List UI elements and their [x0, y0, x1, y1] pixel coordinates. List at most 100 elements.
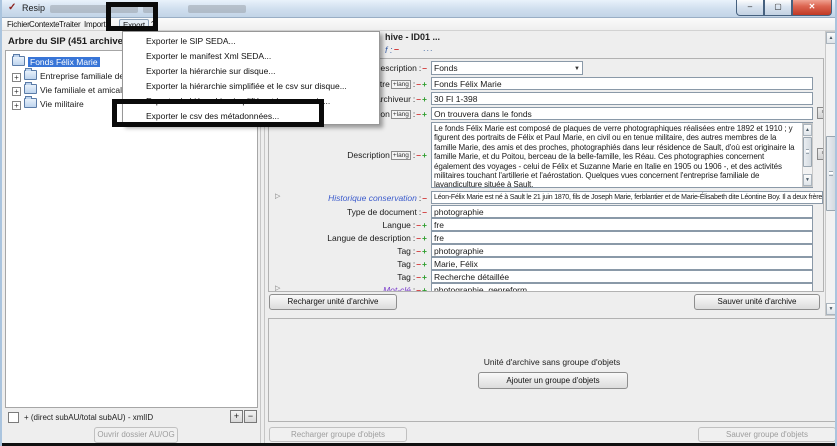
expand-plus-icon[interactable]: +	[12, 73, 21, 82]
window-controls: – ▢ ✕	[736, 0, 832, 16]
remove-field-icon[interactable]: –	[422, 207, 427, 217]
tree-item-label[interactable]: Vie militaire	[40, 99, 84, 109]
menu-traiter[interactable]: Traiter	[56, 19, 83, 30]
colon: :	[413, 259, 415, 269]
add-lang-button[interactable]: +lang	[391, 80, 411, 89]
expand-plus-icon[interactable]: +	[12, 87, 21, 96]
field-label: Tag	[397, 246, 411, 256]
maximize-button[interactable]: ▢	[764, 0, 792, 16]
xmlid-checkbox[interactable]	[8, 412, 19, 423]
add-field-icon[interactable]: +	[422, 272, 427, 282]
add-field-icon[interactable]: +	[422, 233, 427, 243]
remove-field-icon[interactable]: –	[416, 94, 421, 104]
au-panel-scrollbar[interactable]: ▲ ▼	[825, 31, 837, 316]
colon: :	[413, 94, 415, 104]
type-document-input[interactable]: photographie	[431, 205, 813, 218]
scroll-down-icon[interactable]: ▼	[803, 174, 812, 186]
add-field-icon[interactable]: +	[422, 259, 427, 269]
expand-plus-icon[interactable]: +	[12, 101, 21, 110]
au-profile-remove-icon[interactable]: –	[394, 44, 399, 54]
add-field-icon[interactable]: +	[422, 94, 427, 104]
menu-item-export-hierarchie[interactable]: Exporter la hiérarchie sur disque...	[124, 64, 378, 79]
add-lang-button[interactable]: +lang	[391, 151, 411, 160]
add-field-icon[interactable]: +	[422, 220, 427, 230]
langue-description-input[interactable]: fre	[431, 231, 813, 244]
colon: :	[413, 79, 415, 89]
au-panel-title-fragment: hive - ID01 ...	[385, 32, 440, 42]
remove-field-icon[interactable]: –	[416, 272, 421, 282]
colon: :	[413, 233, 415, 243]
description-long-textarea[interactable]: Le fonds Félix Marie est composé de plaq…	[431, 122, 813, 188]
tree-collapse-all-button[interactable]: −	[244, 410, 257, 423]
save-au-button[interactable]: Sauver unité d'archive	[694, 294, 820, 310]
minimize-button[interactable]: –	[736, 0, 764, 16]
edit-text-button[interactable]: ≡	[817, 148, 824, 160]
tag-input[interactable]: photographie	[431, 244, 813, 257]
add-field-icon[interactable]: +	[422, 79, 427, 89]
tag-input[interactable]: Marie, Félix	[431, 257, 813, 270]
langue-input[interactable]: fre	[431, 218, 813, 231]
menu-item-export-csv-disque[interactable]: Exporter la hiérarchie simplifiée et le …	[124, 79, 378, 94]
add-field-icon[interactable]: +	[422, 150, 427, 160]
selected-option: Fonds	[434, 63, 458, 73]
tree-item-label[interactable]: Vie familiale et amicale	[40, 85, 127, 95]
titre-input[interactable]: Fonds Félix Marie	[431, 77, 813, 90]
scroll-up-icon[interactable]: ▲	[826, 32, 836, 44]
colon: :	[419, 63, 421, 73]
colon: :	[413, 285, 415, 292]
menu-item-export-sip-seda[interactable]: Exporter le SIP SEDA...	[124, 34, 378, 49]
add-object-group-button[interactable]: Ajouter un groupe d'objets	[478, 372, 628, 389]
menu-import[interactable]: Import	[81, 19, 108, 30]
niveau-description-select[interactable]: Fonds ▼	[431, 61, 583, 75]
tree-item-vie-militaire[interactable]: + Vie militaire	[12, 97, 84, 111]
tree-item-fonds-felix-marie[interactable]: Fonds Félix Marie	[12, 55, 100, 69]
edit-text-button[interactable]: ≡	[817, 107, 824, 119]
remove-field-icon[interactable]: –	[416, 79, 421, 89]
remove-field-icon[interactable]: –	[416, 259, 421, 269]
add-field-icon[interactable]: +	[422, 246, 427, 256]
add-field-icon[interactable]: +	[422, 109, 427, 119]
add-lang-button[interactable]: +lang	[391, 110, 411, 119]
au-profile-browse-button[interactable]: ...	[423, 43, 434, 53]
colon: :	[413, 272, 415, 282]
field-label: Description	[347, 150, 390, 160]
remove-field-icon[interactable]: –	[416, 285, 421, 292]
scroll-down-icon[interactable]: ▼	[826, 303, 836, 315]
colon: :	[413, 150, 415, 160]
field-label: Tag	[397, 272, 411, 282]
colon: :	[419, 193, 421, 203]
scrollbar-thumb[interactable]	[803, 137, 812, 167]
remove-field-icon[interactable]: –	[416, 109, 421, 119]
tree-expand-all-button[interactable]: +	[230, 410, 243, 423]
remove-field-icon[interactable]: –	[416, 220, 421, 230]
mot-cle-input[interactable]: photographie, genreform	[431, 283, 813, 292]
sip-tree-header: Arbre du SIP (451 archiveU	[8, 36, 130, 47]
remove-field-icon[interactable]: –	[422, 63, 427, 73]
scroll-up-icon[interactable]: ▲	[803, 124, 812, 136]
tag-input[interactable]: Recherche détaillée	[431, 270, 813, 283]
field-row-historique: ▷ Historique conservation:– Léon-Félix M…	[269, 191, 823, 206]
remove-field-icon[interactable]: –	[416, 150, 421, 160]
save-og-button[interactable]: Sauver groupe d'objets	[698, 427, 836, 442]
folder-icon	[24, 70, 37, 80]
colon: :	[419, 207, 421, 217]
close-button[interactable]: ✕	[792, 0, 832, 16]
field-label: Langue	[383, 220, 411, 230]
open-au-og-folder-button[interactable]: Ouvrir dossier AU/OG	[94, 427, 178, 443]
menu-item-export-manifest-seda[interactable]: Exporter le manifest Xml SEDA...	[124, 49, 378, 64]
tree-item-label[interactable]: Fonds Félix Marie	[28, 57, 100, 67]
id-archiveur-input[interactable]: 30 FI 1-398	[431, 92, 813, 105]
remove-field-icon[interactable]: –	[422, 193, 427, 203]
textarea-scrollbar[interactable]: ▲ ▼	[802, 123, 813, 187]
reload-au-button[interactable]: Recharger unité d'archive	[269, 294, 397, 310]
historique-conservation-input[interactable]: Léon-Félix Marie est né à Sault le 21 ju…	[431, 191, 823, 204]
add-field-icon[interactable]: +	[422, 285, 427, 292]
remove-field-icon[interactable]: –	[416, 233, 421, 243]
reload-og-button[interactable]: Recharger groupe d'objets	[269, 427, 407, 442]
scrollbar-thumb[interactable]	[826, 136, 836, 211]
description-court-input[interactable]: On trouvera dans le fonds	[431, 107, 813, 120]
remove-field-icon[interactable]: –	[416, 246, 421, 256]
tree-item-vie-familiale[interactable]: + Vie familiale et amicale	[12, 83, 127, 97]
annotation-box-csv-metadata	[112, 99, 324, 127]
au-profile-label-fragment: f :	[385, 45, 393, 55]
